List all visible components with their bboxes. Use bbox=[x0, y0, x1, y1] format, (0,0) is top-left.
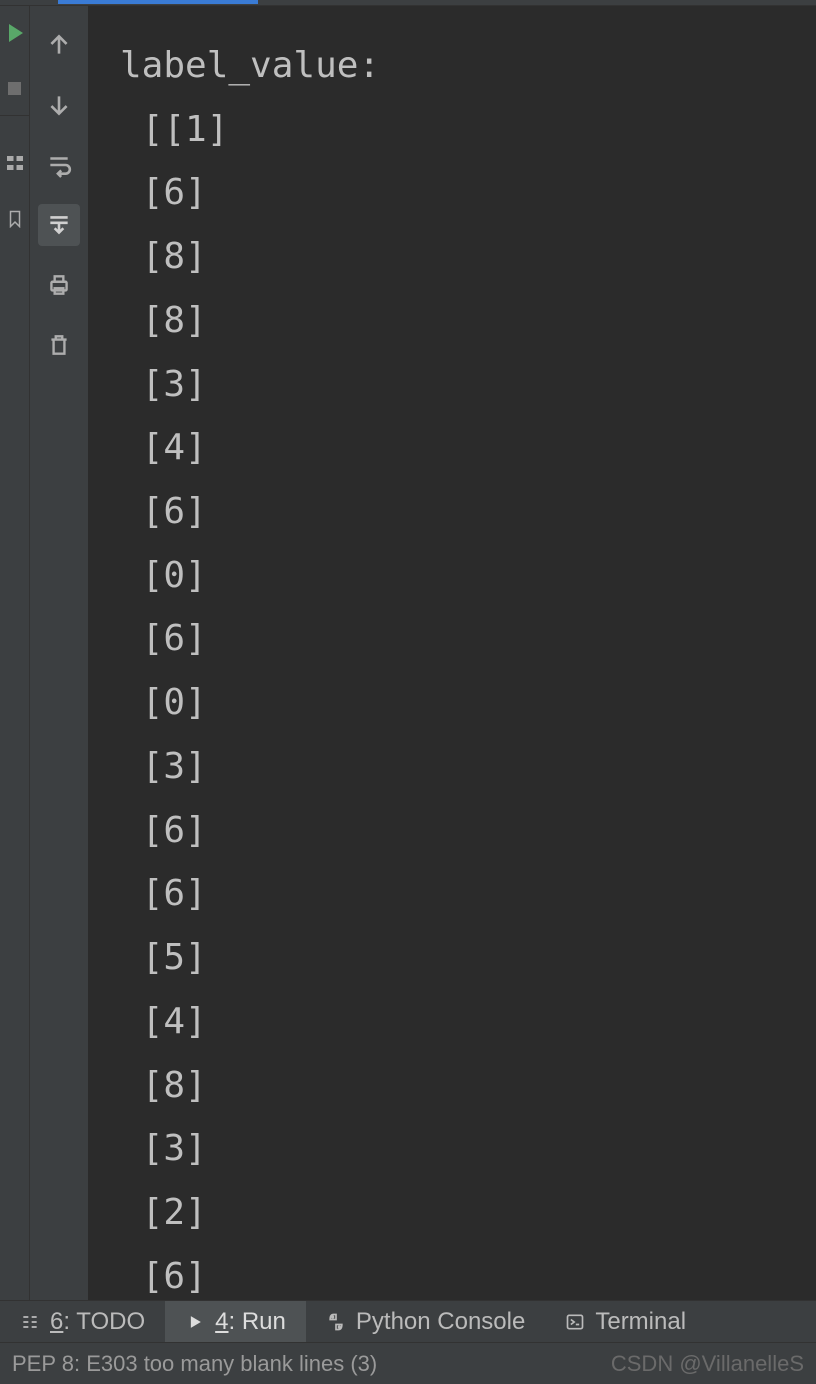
status-message: PEP 8: E303 too many blank lines (3) bbox=[12, 1351, 377, 1377]
console-line: [5] bbox=[120, 937, 207, 978]
arrow-up-icon[interactable] bbox=[38, 24, 80, 66]
tab-python-console-label: Python Console bbox=[356, 1308, 525, 1336]
tab-run[interactable]: 4: Run bbox=[165, 1301, 306, 1342]
tab-todo-num: 6 bbox=[50, 1308, 63, 1335]
console-line: [4] bbox=[120, 1001, 207, 1042]
console-line: [8] bbox=[120, 300, 207, 341]
console-line: [8] bbox=[120, 1065, 207, 1106]
tab-terminal[interactable]: Terminal bbox=[545, 1301, 706, 1342]
trash-icon[interactable] bbox=[38, 324, 80, 366]
console-line: [6] bbox=[120, 810, 207, 851]
print-icon[interactable] bbox=[38, 264, 80, 306]
console-line: [3] bbox=[120, 746, 207, 787]
tab-todo-label: : TODO bbox=[63, 1308, 145, 1335]
bottom-tool-tabs: 6: TODO 4: Run Python Console Terminal bbox=[0, 1300, 816, 1342]
watermark: CSDN @VillanelleS bbox=[611, 1351, 804, 1377]
console-line: [[1] bbox=[120, 109, 228, 150]
main-area: label_value: [[1] [6] [8] [8] [3] [4] [6… bbox=[0, 6, 816, 1306]
scroll-to-end-icon[interactable] bbox=[38, 204, 80, 246]
console-line: [6] bbox=[120, 491, 207, 532]
run-icon[interactable] bbox=[9, 24, 23, 42]
console-line: [0] bbox=[120, 555, 207, 596]
console-line: [6] bbox=[120, 618, 207, 659]
favorites-icon[interactable] bbox=[6, 210, 24, 228]
tab-run-label: : Run bbox=[229, 1308, 286, 1335]
console-line: [4] bbox=[120, 427, 207, 468]
arrow-down-icon[interactable] bbox=[38, 84, 80, 126]
tab-run-num: 4 bbox=[215, 1308, 228, 1335]
console-line: [0] bbox=[120, 682, 207, 723]
tab-python-console[interactable]: Python Console bbox=[306, 1301, 545, 1342]
status-bar: PEP 8: E303 too many blank lines (3) CSD… bbox=[0, 1342, 816, 1384]
console-line: [8] bbox=[120, 236, 207, 277]
structure-icon[interactable] bbox=[7, 156, 23, 170]
gutter-divider bbox=[0, 115, 30, 116]
console-line: [6] bbox=[120, 172, 207, 213]
console-line: [3] bbox=[120, 364, 207, 405]
run-toolbar bbox=[30, 6, 88, 1306]
console-header: label_value: bbox=[120, 45, 380, 86]
soft-wrap-icon[interactable] bbox=[38, 144, 80, 186]
console-line: [6] bbox=[120, 873, 207, 914]
left-gutter bbox=[0, 6, 30, 1306]
console-line: [3] bbox=[120, 1128, 207, 1169]
active-tab-indicator bbox=[58, 0, 258, 4]
console-line: [6] bbox=[120, 1256, 207, 1297]
tab-todo[interactable]: 6: TODO bbox=[0, 1301, 165, 1342]
tab-terminal-label: Terminal bbox=[595, 1308, 686, 1336]
console-line: [2] bbox=[120, 1192, 207, 1233]
stop-icon[interactable] bbox=[8, 82, 21, 95]
console-output[interactable]: label_value: [[1] [6] [8] [8] [3] [4] [6… bbox=[88, 6, 816, 1306]
